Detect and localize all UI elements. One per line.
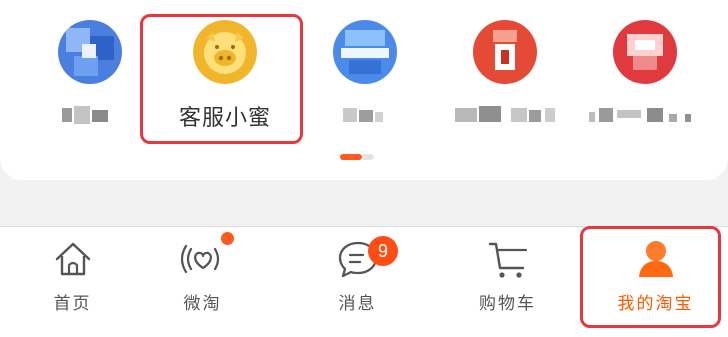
blurred-label: [343, 106, 387, 124]
home-icon: [51, 237, 95, 281]
blurred-blue-icon: [333, 20, 397, 84]
page-indicator-rest: [362, 154, 374, 160]
blurred-label: [585, 106, 705, 124]
service-item-5[interactable]: [585, 0, 705, 150]
highlight-my-taobao: [580, 226, 721, 328]
page-indicator-active: [340, 154, 362, 160]
heart-signal-icon: [180, 237, 225, 281]
service-item-1[interactable]: [30, 0, 150, 150]
tab-weitao-label: 微淘: [183, 294, 222, 314]
highlight-customer-service: [140, 14, 303, 144]
tab-messages[interactable]: 消息: [285, 227, 430, 337]
blurred-label: [455, 106, 559, 124]
tab-weitao[interactable]: 微淘: [130, 227, 275, 337]
blurred-label: [62, 106, 110, 124]
blurred-red-icon: [613, 20, 677, 84]
service-item-3[interactable]: [305, 0, 425, 150]
services-card: 客服小蜜: [0, 0, 728, 180]
tab-cart-label: 购物车: [479, 294, 536, 314]
service-item-4[interactable]: [445, 0, 565, 150]
page-indicator: [340, 154, 374, 160]
blurred-red-icon: [473, 20, 537, 84]
tab-home-label: 首页: [53, 294, 92, 314]
blurred-blue-icon: [58, 20, 122, 84]
tab-home[interactable]: 首页: [0, 227, 145, 337]
messages-count-badge: 9: [368, 236, 398, 266]
tab-messages-label: 消息: [338, 294, 377, 314]
cart-icon: [486, 237, 530, 281]
tab-cart[interactable]: 购物车: [435, 227, 580, 337]
weitao-new-dot: [221, 232, 234, 245]
